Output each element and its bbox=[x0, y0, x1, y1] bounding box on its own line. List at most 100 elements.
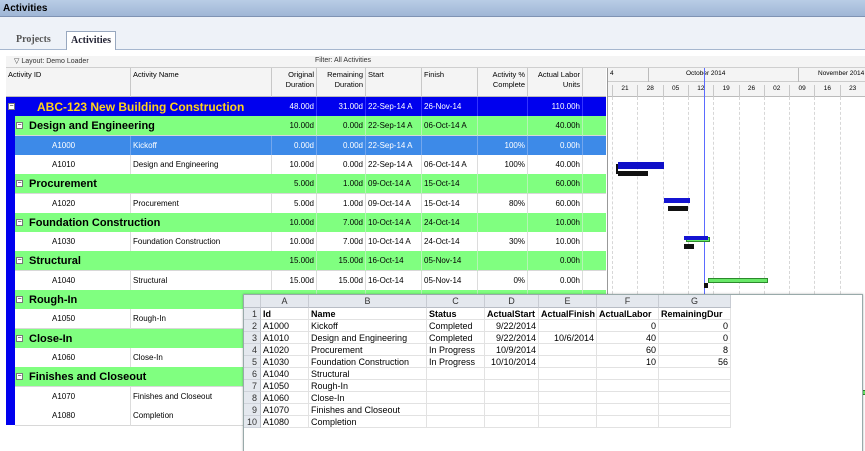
spreadsheet-header-cell[interactable]: Status bbox=[427, 308, 485, 320]
activity-row[interactable]: A1000 Kickoff 0.00d 0.00d 22-Sep-14 A 100% 0.0… bbox=[15, 135, 606, 156]
spreadsheet-column-header[interactable]: F bbox=[597, 295, 659, 308]
spreadsheet-cell[interactable] bbox=[427, 368, 485, 380]
gantt-bar-progress[interactable] bbox=[684, 236, 708, 240]
gantt-bar-actual[interactable] bbox=[618, 171, 648, 176]
spreadsheet-cell[interactable] bbox=[597, 404, 659, 416]
spreadsheet-cell[interactable] bbox=[597, 380, 659, 392]
collapse-toggle-icon[interactable]: − bbox=[16, 373, 23, 381]
spreadsheet-cell[interactable] bbox=[539, 380, 597, 392]
spreadsheet-cell[interactable]: 10 bbox=[597, 356, 659, 368]
spreadsheet-column-header[interactable]: D bbox=[485, 295, 539, 308]
select-all-corner[interactable] bbox=[244, 295, 261, 308]
spreadsheet-cell[interactable] bbox=[485, 392, 539, 404]
gantt-bar-procurement[interactable] bbox=[664, 198, 690, 203]
spreadsheet-cell[interactable]: 10/6/2014 bbox=[539, 332, 597, 344]
spreadsheet-row-number[interactable]: 2 bbox=[244, 320, 261, 332]
spreadsheet-cell[interactable] bbox=[597, 416, 659, 428]
spreadsheet-row-number[interactable]: 7 bbox=[244, 380, 261, 392]
tab-activities[interactable]: Activities bbox=[66, 31, 116, 50]
collapse-toggle-icon[interactable]: − bbox=[16, 296, 23, 303]
spreadsheet-cell[interactable]: 9/22/2014 bbox=[485, 320, 539, 332]
spreadsheet-cell[interactable]: A1070 bbox=[261, 404, 309, 416]
spreadsheet-cell[interactable]: 0 bbox=[659, 332, 731, 344]
spreadsheet-row-number[interactable]: 1 bbox=[244, 308, 261, 320]
spreadsheet-cell[interactable] bbox=[597, 368, 659, 380]
spreadsheet-cell[interactable]: 9/22/2014 bbox=[485, 332, 539, 344]
spreadsheet-cell[interactable]: 0 bbox=[659, 320, 731, 332]
spreadsheet-cell[interactable]: In Progress bbox=[427, 356, 485, 368]
spreadsheet-column-header[interactable]: E bbox=[539, 295, 597, 308]
wbs-row[interactable]: − Foundation Construction 10.00d 7.00d 10-Oc… bbox=[15, 212, 606, 233]
spreadsheet-cell[interactable]: 0 bbox=[597, 320, 659, 332]
wbs-row[interactable]: − Design and Engineering 10.00d 0.00d 22-Sep… bbox=[15, 116, 606, 137]
spreadsheet-cell[interactable]: 10/9/2014 bbox=[485, 344, 539, 356]
collapse-toggle-icon[interactable]: − bbox=[16, 218, 23, 226]
spreadsheet-cell[interactable]: A1050 bbox=[261, 380, 309, 392]
spreadsheet-overlay[interactable]: A B C D E F G 1 Id Name Status ActualStart ActualFin… bbox=[243, 294, 863, 451]
spreadsheet-cell[interactable]: A1060 bbox=[261, 392, 309, 404]
spreadsheet-cell[interactable]: 8 bbox=[659, 344, 731, 356]
spreadsheet-header-cell[interactable]: ActualFinish bbox=[539, 308, 597, 320]
col-header-start[interactable]: Start bbox=[366, 68, 422, 97]
spreadsheet-row-number[interactable]: 10 bbox=[244, 416, 261, 428]
activity-row[interactable]: A1030 Foundation Construction 10.00d 7.00d 1… bbox=[15, 232, 606, 253]
spreadsheet-cell[interactable]: 10/10/2014 bbox=[485, 356, 539, 368]
spreadsheet-cell[interactable]: Structural bbox=[309, 368, 427, 380]
layout-dropdown[interactable]: ▽ Layout: Demo Loader bbox=[14, 57, 89, 65]
spreadsheet-cell[interactable] bbox=[485, 404, 539, 416]
spreadsheet-cell[interactable]: A1000 bbox=[261, 320, 309, 332]
spreadsheet-cell[interactable] bbox=[485, 368, 539, 380]
spreadsheet-cell[interactable] bbox=[539, 368, 597, 380]
col-header-activity-pct[interactable]: Activity % Complete bbox=[478, 68, 528, 97]
spreadsheet-cell[interactable]: Completed bbox=[427, 332, 485, 344]
gantt-bar-structural[interactable] bbox=[708, 278, 768, 283]
spreadsheet-cell[interactable]: In Progress bbox=[427, 344, 485, 356]
spreadsheet-cell[interactable] bbox=[427, 404, 485, 416]
spreadsheet-cell[interactable] bbox=[539, 320, 597, 332]
col-header-original-duration[interactable]: Original Duration bbox=[272, 68, 317, 97]
spreadsheet-column-header[interactable]: G bbox=[659, 295, 731, 308]
spreadsheet-row-number[interactable]: 6 bbox=[244, 368, 261, 380]
spreadsheet-cell[interactable] bbox=[659, 416, 731, 428]
spreadsheet-header-cell[interactable]: ActualStart bbox=[485, 308, 539, 320]
tab-projects[interactable]: Projects bbox=[12, 31, 55, 50]
wbs-row[interactable]: − Structural 15.00d 15.00d 16-Oct-14 05-Nov-1… bbox=[15, 251, 606, 272]
spreadsheet-cell[interactable] bbox=[659, 404, 731, 416]
spreadsheet-cell[interactable]: A1010 bbox=[261, 332, 309, 344]
gantt-bar-summary[interactable] bbox=[618, 162, 664, 169]
spreadsheet-row-number[interactable]: 5 bbox=[244, 356, 261, 368]
spreadsheet-cell[interactable] bbox=[539, 404, 597, 416]
col-header-remaining-duration[interactable]: Remaining Duration bbox=[317, 68, 366, 97]
spreadsheet-cell[interactable]: Procurement bbox=[309, 344, 427, 356]
spreadsheet-cell[interactable] bbox=[539, 392, 597, 404]
spreadsheet-cell[interactable]: A1080 bbox=[261, 416, 309, 428]
gantt-bar-actual[interactable] bbox=[684, 244, 694, 249]
spreadsheet-column-header[interactable]: C bbox=[427, 295, 485, 308]
collapse-toggle-icon[interactable]: − bbox=[16, 257, 23, 265]
spreadsheet-cell[interactable]: Kickoff bbox=[309, 320, 427, 332]
collapse-toggle-icon[interactable]: − bbox=[8, 103, 15, 110]
spreadsheet-cell[interactable]: 56 bbox=[659, 356, 731, 368]
col-header-activity-name[interactable]: Activity Name bbox=[131, 68, 272, 97]
spreadsheet-cell[interactable]: Design and Engineering bbox=[309, 332, 427, 344]
wbs-row[interactable]: − Procurement 5.00d 1.00d 09-Oct-14 A 15-Oct-… bbox=[15, 174, 606, 195]
spreadsheet-column-header[interactable]: A bbox=[261, 295, 309, 308]
spreadsheet-row-number[interactable]: 8 bbox=[244, 392, 261, 404]
spreadsheet-header-cell[interactable]: ActualLabor bbox=[597, 308, 659, 320]
spreadsheet-cell[interactable]: Completion bbox=[309, 416, 427, 428]
spreadsheet-cell[interactable]: A1030 bbox=[261, 356, 309, 368]
spreadsheet-cell[interactable]: Foundation Construction bbox=[309, 356, 427, 368]
gantt-bar-actual[interactable] bbox=[668, 206, 688, 211]
spreadsheet-cell[interactable] bbox=[659, 380, 731, 392]
spreadsheet-cell[interactable] bbox=[427, 392, 485, 404]
spreadsheet-row-number[interactable]: 9 bbox=[244, 404, 261, 416]
gantt-bar-actual[interactable] bbox=[704, 283, 708, 288]
spreadsheet-cell[interactable]: Rough-In bbox=[309, 380, 427, 392]
spreadsheet-cell[interactable]: 60 bbox=[597, 344, 659, 356]
spreadsheet-cell[interactable] bbox=[539, 344, 597, 356]
spreadsheet-cell[interactable] bbox=[597, 392, 659, 404]
spreadsheet-column-header[interactable]: B bbox=[309, 295, 427, 308]
activity-row[interactable]: A1010 Design and Engineering 10.00d 0.00d 22… bbox=[15, 154, 606, 175]
spreadsheet-cell[interactable]: A1020 bbox=[261, 344, 309, 356]
spreadsheet-cell[interactable]: Finishes and Closeout bbox=[309, 404, 427, 416]
